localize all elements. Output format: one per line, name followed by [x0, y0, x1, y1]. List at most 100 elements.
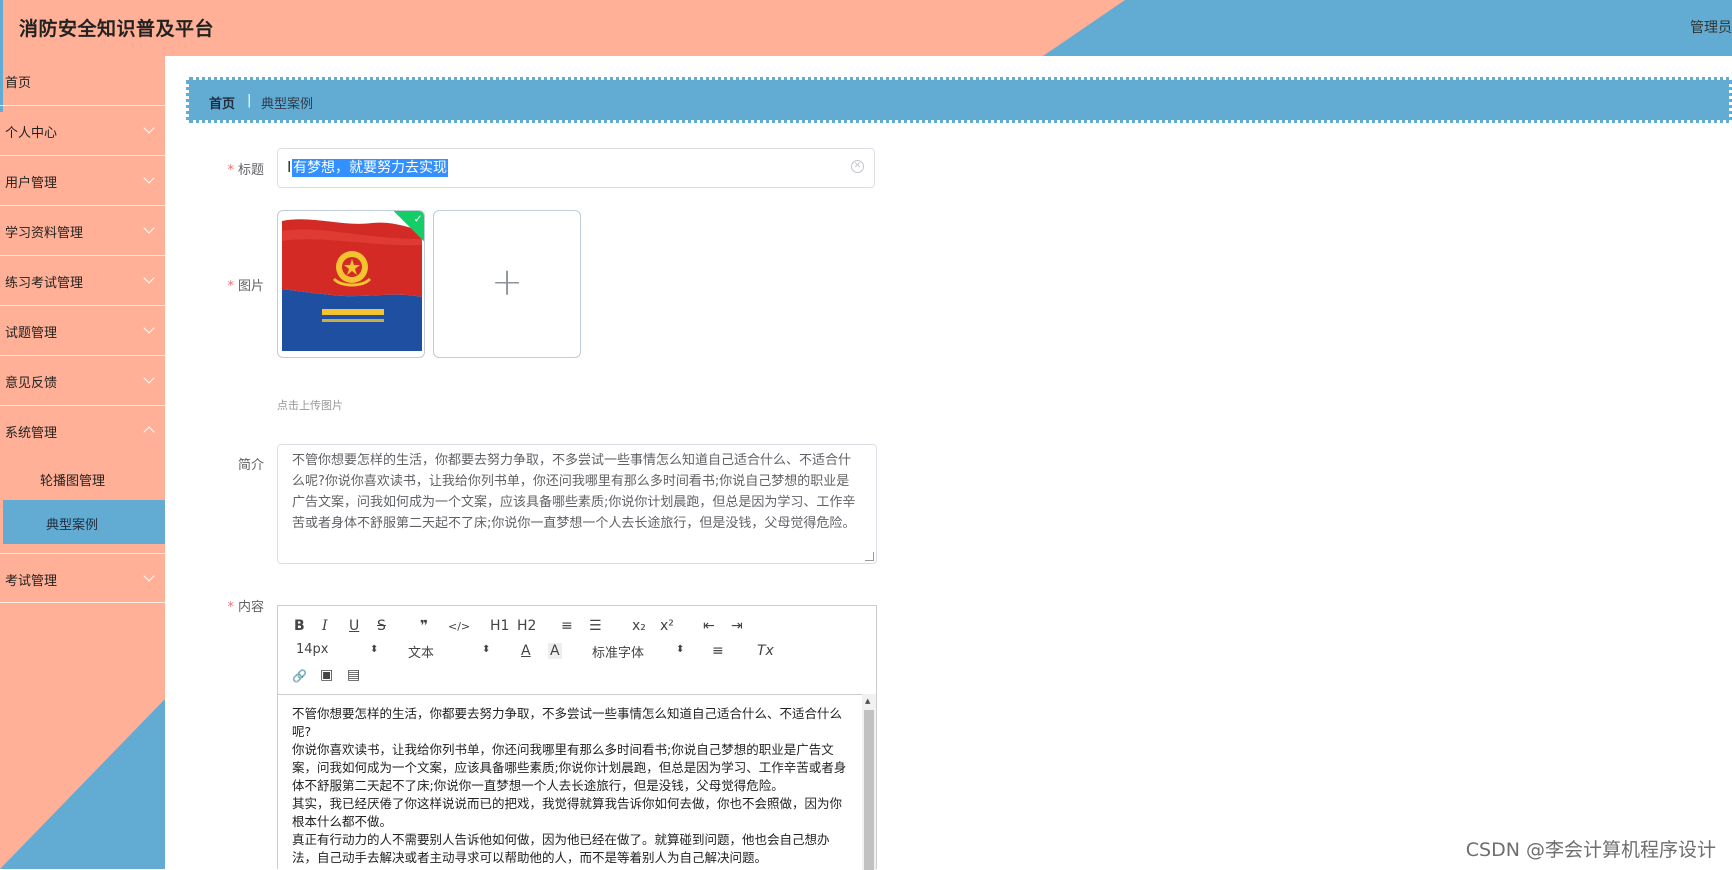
font-size-value: 14px: [296, 642, 329, 657]
image-button[interactable]: ▣: [320, 667, 333, 683]
sidebar-item-questions[interactable]: 试题管理: [0, 306, 165, 356]
clear-icon[interactable]: ✕: [851, 160, 864, 173]
superscript-button[interactable]: x²: [660, 618, 674, 634]
header-select-value: 文本: [408, 646, 435, 661]
title-label-text: 标题: [237, 163, 264, 178]
content-paragraph: 真正有行动力的人不需要别人告诉他如何做，因为他已经在做了。就算碰到问题，他也会自…: [292, 832, 830, 865]
font-family-select[interactable]: 标准字体 ⬍: [592, 642, 692, 661]
font-family-value: 标准字体: [592, 646, 645, 661]
content-paragraph: 不管你想要怎样的生活，你都要去努力争取，不多尝试一些事情怎么知道自己适合什么、不…: [292, 706, 843, 739]
intro-textarea[interactable]: 不管你想要怎样的生活，你都要去努力争取，不多尝试一些事情怎么知道自己适合什么、不…: [277, 444, 877, 564]
content-paragraph: 其实，我已经厌倦了你这样说说而已的把戏，我觉得就算我告诉你如何去做，你也不会照做…: [292, 796, 843, 829]
bullet-list-button[interactable]: ☰: [589, 618, 602, 634]
sidebar-item-label: 意见反馈: [5, 376, 58, 391]
required-mark: *: [227, 600, 234, 615]
app-title: 消防安全知识普及平台: [19, 18, 215, 40]
title-input[interactable]: I 有梦想，就要努力去实现 ✕: [277, 148, 875, 188]
intro-textarea-value: 不管你想要怎样的生活，你都要去努力争取，不多尝试一些事情怎么知道自己适合什么、不…: [292, 453, 856, 531]
select-arrows-icon: ⬍: [370, 644, 379, 655]
chevron-down-icon: [143, 322, 155, 334]
header-edge: [0, 0, 3, 56]
background-color-button[interactable]: A: [548, 643, 562, 659]
chevron-down-icon: [143, 222, 155, 234]
video-button[interactable]: ▤: [347, 667, 360, 683]
resize-handle-icon[interactable]: [865, 552, 874, 561]
header-user-menu[interactable]: 管理员: [1690, 17, 1732, 37]
font-size-select[interactable]: 14px ⬍: [296, 642, 386, 657]
watermark: CSDN @李会计算机程序设计: [1465, 839, 1716, 861]
sidebar-item-label: 练习考试管理: [5, 276, 84, 291]
required-mark: *: [227, 163, 234, 178]
sidebar-subitem-cases[interactable]: 典型案例: [3, 500, 165, 544]
breadcrumb-home[interactable]: 首页: [209, 93, 235, 112]
chevron-up-icon: [143, 426, 155, 438]
sidebar-item-exams[interactable]: 考试管理: [0, 553, 165, 603]
blockquote-button[interactable]: ❞: [420, 618, 428, 634]
sidebar-item-feedback[interactable]: 意见反馈: [0, 356, 165, 406]
sidebar-item-home[interactable]: 首页: [0, 56, 165, 106]
sidebar-item-practice-exams[interactable]: 练习考试管理: [0, 256, 165, 306]
select-arrows-icon: ⬍: [482, 644, 491, 655]
scrollbar-thumb[interactable]: [864, 710, 874, 870]
breadcrumb-separator: |: [247, 93, 252, 108]
sidebar-item-system[interactable]: 系统管理: [0, 406, 165, 456]
scroll-up-icon[interactable]: ▲: [865, 697, 870, 705]
sidebar-item-label: 考试管理: [5, 574, 58, 589]
clean-format-button[interactable]: Tx: [757, 643, 774, 659]
fire-rescue-flag-image: [282, 219, 422, 351]
sidebar-item-label: 学习资料管理: [5, 226, 84, 241]
sidebar-item-label: 个人中心: [5, 126, 58, 141]
breadcrumb: 首页 | 典型案例: [186, 77, 1732, 123]
strike-button[interactable]: S: [377, 618, 386, 634]
chevron-down-icon: [143, 570, 155, 582]
rich-text-editor: B I U S ❞ </> H1 H2 ≡ ☰ x₂ x² ⇤ ⇥ 14px ⬍…: [277, 605, 877, 870]
sidebar-item-profile[interactable]: 个人中心: [0, 106, 165, 156]
sidebar-item-materials[interactable]: 学习资料管理: [0, 206, 165, 256]
sidebar-subitem-label: 轮播图管理: [40, 474, 106, 489]
h1-button[interactable]: H1: [490, 618, 509, 634]
content-label-text: 内容: [237, 600, 264, 615]
image-upload-button[interactable]: +: [433, 210, 581, 358]
bold-button[interactable]: B: [294, 618, 305, 634]
sidebar-item-label: 首页: [5, 76, 32, 91]
content-paragraph: 你说你喜欢读书，让我给你列书单，你还问我哪里有那么多时间看书;你说自己梦想的职业…: [292, 742, 847, 793]
sidebar-item-users[interactable]: 用户管理: [0, 156, 165, 206]
editor-scrollbar[interactable]: ▲: [862, 694, 876, 870]
editor-content[interactable]: 不管你想要怎样的生活，你都要去努力争取，不多尝试一些事情怎么知道自己适合什么、不…: [292, 705, 852, 867]
h2-button[interactable]: H2: [517, 618, 536, 634]
sidebar-subitem-label: 典型案例: [46, 518, 99, 533]
top-header: 消防安全知识普及平台 管理员: [0, 0, 1732, 56]
plus-icon: +: [491, 260, 523, 304]
intro-label: 简介: [237, 458, 264, 473]
text-color-button[interactable]: A: [521, 643, 531, 659]
chevron-down-icon: [143, 122, 155, 134]
outdent-button[interactable]: ⇤: [703, 618, 715, 634]
sidebar: 首页 个人中心 用户管理 学习资料管理 练习考试管理 试题管理 意见反馈 系统管…: [0, 56, 165, 869]
header-select[interactable]: 文本 ⬍: [408, 642, 498, 661]
sidebar-subitem-carousel[interactable]: 轮播图管理: [3, 456, 165, 500]
sidebar-item-label: 用户管理: [5, 176, 58, 191]
subscript-button[interactable]: x₂: [632, 618, 646, 634]
text-cursor-icon: I: [287, 158, 292, 176]
title-input-value: 有梦想，就要努力去实现: [292, 159, 448, 177]
breadcrumb-current: 典型案例: [261, 97, 314, 112]
upload-tip: 点击上传图片: [277, 399, 343, 412]
ordered-list-button[interactable]: ≡: [561, 618, 573, 634]
select-arrows-icon: ⬍: [676, 644, 685, 655]
sidebar-corner-decoration: [0, 699, 165, 869]
chevron-down-icon: [143, 172, 155, 184]
code-button[interactable]: </>: [448, 619, 470, 635]
uploaded-image-thumbnail[interactable]: ✓: [277, 210, 425, 358]
image-label-text: 图片: [237, 279, 264, 294]
sidebar-item-label: 系统管理: [5, 426, 58, 441]
indent-button[interactable]: ⇥: [731, 618, 743, 634]
link-button[interactable]: 🔗: [292, 668, 307, 684]
align-button[interactable]: ≡: [712, 643, 724, 659]
image-label: * 图片: [227, 275, 264, 294]
header-salmon-panel: [0, 0, 1125, 56]
chevron-down-icon: [143, 372, 155, 384]
underline-button[interactable]: U: [349, 618, 359, 634]
content-label: * 内容: [227, 596, 264, 615]
italic-button[interactable]: I: [322, 618, 328, 634]
chevron-down-icon: [143, 272, 155, 284]
